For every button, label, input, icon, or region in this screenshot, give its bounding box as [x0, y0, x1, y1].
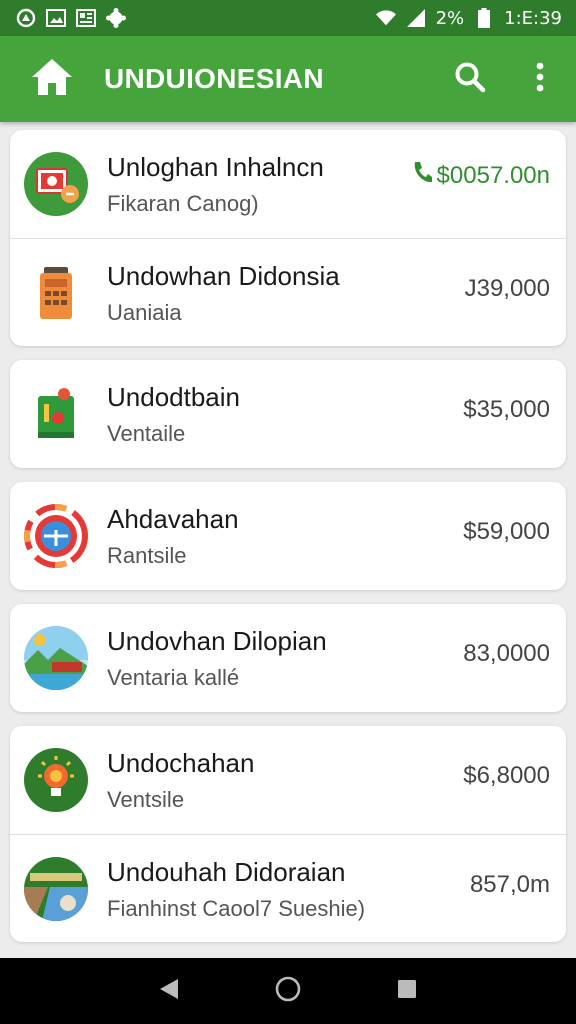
battery-percent: 2%: [435, 7, 465, 29]
home-nav-button[interactable]: [268, 971, 308, 1011]
more-vert-icon: [535, 62, 545, 97]
item-subtitle: Fikaran Canog): [107, 191, 259, 216]
list-item[interactable]: Undodtbain Ventaile $35,000: [10, 360, 566, 468]
lightbulb-icon: [24, 748, 88, 812]
search-button[interactable]: [448, 57, 492, 101]
list-item[interactable]: Unloghan Inhalncn Fikaran Canog) $0057.0…: [10, 130, 566, 238]
calculator-icon: [24, 261, 88, 325]
status-left: [16, 8, 126, 28]
item-title: Undouhah Didoraian: [107, 857, 346, 887]
item-title: Unloghan Inhalncn: [107, 152, 324, 182]
list-card: Undochahan Ventsile $6,8000 Undouhah Did…: [10, 726, 566, 942]
item-subtitle: Rantsile: [107, 543, 187, 568]
item-price: $35,000: [463, 396, 550, 423]
recents-button[interactable]: [387, 971, 427, 1011]
item-price: 83,0000: [463, 640, 550, 667]
item-subtitle: Fianhinst Caool7 Sueshie): [107, 896, 366, 921]
item-list: Unloghan Inhalncn Fikaran Canog) $0057.0…: [10, 130, 566, 956]
recents-icon: [397, 979, 417, 1004]
more-options-button[interactable]: [518, 57, 562, 101]
list-item[interactable]: Ahdavahan Rantsile $59,000: [10, 482, 566, 590]
app-bar: UNDUIONESIAN: [0, 36, 576, 122]
back-icon: [158, 977, 180, 1006]
list-item[interactable]: Undowhan Didonsia Uaniaia J39,000: [10, 238, 566, 346]
list-item[interactable]: Undouhah Didoraian Fianhinst Caool7 Sues…: [10, 834, 566, 942]
item-price: $59,000: [463, 518, 550, 545]
color-wheel-icon: [24, 504, 88, 568]
item-subtitle: Uaniaia: [107, 300, 182, 325]
item-title: Undochahan: [107, 748, 255, 778]
battery-icon: [474, 8, 494, 28]
status-time: 1:E:39: [504, 7, 562, 29]
item-price: 857,0m: [469, 871, 550, 898]
list-card: Ahdavahan Rantsile $59,000: [10, 482, 566, 590]
list-card: Undodtbain Ventaile $35,000: [10, 360, 566, 468]
item-price-value: $0057.00n: [436, 161, 550, 189]
settings-icon: [106, 8, 126, 28]
item-title: Ahdavahan: [107, 504, 239, 534]
wifi-icon: [375, 8, 396, 28]
status-bar: 2% 1:E:39: [0, 0, 576, 36]
item-price: $0057.00n: [411, 160, 550, 191]
news-icon: [76, 8, 96, 28]
back-button[interactable]: [149, 971, 189, 1011]
list-card: Undovhan Dilopian Ventaria kallé 83,0000: [10, 604, 566, 712]
status-right: 2% 1:E:39: [375, 7, 562, 29]
list-item[interactable]: Undochahan Ventsile $6,8000: [10, 726, 566, 834]
home-button[interactable]: [28, 55, 76, 103]
phone-icon: [411, 160, 433, 191]
item-title: Undodtbain: [107, 382, 240, 412]
item-price: J39,000: [464, 275, 550, 302]
item-subtitle: Ventaile: [107, 421, 186, 446]
item-title: Undovhan Dilopian: [107, 626, 327, 656]
list-item[interactable]: Undovhan Dilopian Ventaria kallé 83,0000: [10, 604, 566, 712]
item-price: $6,8000: [463, 762, 550, 789]
map-icon: [24, 856, 88, 921]
item-title: Undowhan Didonsia: [107, 261, 340, 291]
gallery-icon: [24, 152, 88, 216]
list-card: Unloghan Inhalncn Fikaran Canog) $0057.0…: [10, 130, 566, 346]
home-icon: [30, 57, 74, 102]
item-subtitle: Ventsile: [107, 787, 185, 812]
signal-icon: [406, 8, 426, 28]
app-notification-icon: [16, 8, 36, 28]
image-icon: [46, 8, 66, 28]
app-title: UNDUIONESIAN: [104, 63, 324, 94]
green-book-icon: [24, 382, 88, 446]
home-circle-icon: [275, 976, 301, 1007]
item-subtitle: Ventaria kallé: [107, 665, 240, 690]
landscape-icon: [24, 626, 88, 690]
search-icon: [454, 61, 486, 98]
navigation-bar: [0, 958, 576, 1024]
